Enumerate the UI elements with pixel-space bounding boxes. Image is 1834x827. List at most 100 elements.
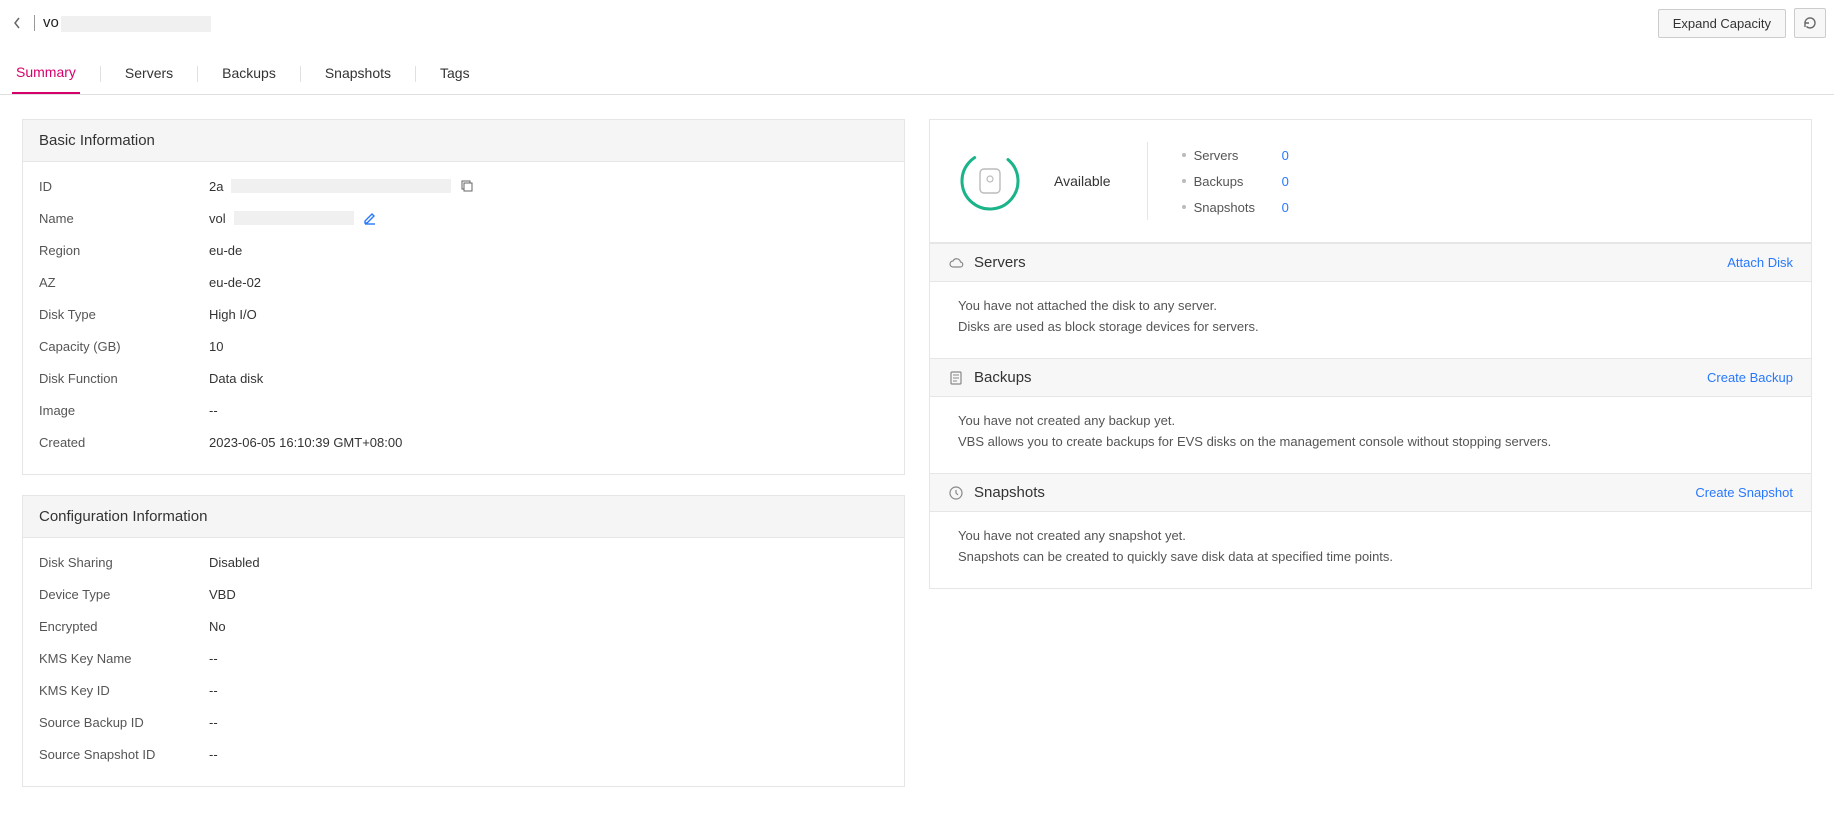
create-snapshot-link[interactable]: Create Snapshot — [1695, 485, 1793, 500]
value-name: vol — [209, 211, 226, 226]
section-servers-title: Servers — [974, 254, 1026, 271]
status-summary: Available Servers 0 Backups 0 Snapshots 0 — [930, 120, 1811, 243]
tab-backups[interactable]: Backups — [218, 55, 280, 93]
snapshots-empty-line1: You have not created any snapshot yet. — [958, 528, 1783, 543]
label-name: Name — [39, 211, 209, 226]
status-ring-icon — [958, 149, 1022, 213]
file-icon — [948, 370, 964, 386]
section-servers-header: Servers Attach Disk — [930, 243, 1811, 282]
label-kms-name: KMS Key Name — [39, 651, 209, 666]
label-capacity: Capacity (GB) — [39, 339, 209, 354]
count-backups-value[interactable]: 0 — [1282, 174, 1289, 189]
value-created: 2023-06-05 16:10:39 GMT+08:00 — [209, 435, 402, 450]
basic-info-panel: Basic Information ID 2a Name vol — [22, 119, 905, 475]
value-kms-id: -- — [209, 683, 218, 698]
back-icon[interactable] — [8, 14, 26, 32]
dot-icon — [1182, 153, 1186, 157]
basic-info-title: Basic Information — [23, 120, 904, 162]
tab-snapshots[interactable]: Snapshots — [321, 55, 395, 93]
label-encrypted: Encrypted — [39, 619, 209, 634]
value-encrypted: No — [209, 619, 226, 634]
copy-icon[interactable] — [459, 178, 475, 194]
divider — [415, 66, 416, 82]
label-region: Region — [39, 243, 209, 258]
value-sharing: Disabled — [209, 555, 260, 570]
label-src-backup: Source Backup ID — [39, 715, 209, 730]
value-region: eu-de — [209, 243, 242, 258]
divider — [34, 15, 35, 31]
label-kms-id: KMS Key ID — [39, 683, 209, 698]
right-column: Available Servers 0 Backups 0 Snapshots 0 S… — [929, 119, 1812, 589]
status-panel: Available Servers 0 Backups 0 Snapshots 0 S… — [929, 119, 1812, 589]
dot-icon — [1182, 179, 1186, 183]
status-counts: Servers 0 Backups 0 Snapshots 0 — [1147, 142, 1289, 220]
label-src-snapshot: Source Snapshot ID — [39, 747, 209, 762]
disk-icon — [979, 168, 1001, 194]
page-title-text: vo — [43, 14, 59, 31]
refresh-button[interactable] — [1794, 8, 1826, 38]
dot-icon — [1182, 205, 1186, 209]
section-servers-body: You have not attached the disk to any se… — [930, 282, 1811, 358]
tab-servers[interactable]: Servers — [121, 55, 177, 93]
tab-summary[interactable]: Summary — [12, 54, 80, 94]
clock-icon — [948, 485, 964, 501]
create-backup-link[interactable]: Create Backup — [1707, 370, 1793, 385]
status-text: Available — [1054, 173, 1111, 189]
value-image: -- — [209, 403, 218, 418]
value-disk-type: High I/O — [209, 307, 257, 322]
value-src-backup: -- — [209, 715, 218, 730]
refresh-icon — [1802, 15, 1818, 31]
config-info-panel: Configuration Information Disk SharingDi… — [22, 495, 905, 787]
count-servers-value[interactable]: 0 — [1282, 148, 1289, 163]
section-snapshots-header: Snapshots Create Snapshot — [930, 473, 1811, 512]
left-column: Basic Information ID 2a Name vol — [22, 119, 905, 787]
servers-empty-line2: Disks are used as block storage devices … — [958, 319, 1783, 334]
count-snapshots-value[interactable]: 0 — [1282, 200, 1289, 215]
value-capacity: 10 — [209, 339, 223, 354]
backups-empty-line2: VBS allows you to create backups for EVS… — [958, 434, 1783, 449]
value-src-snapshot: -- — [209, 747, 218, 762]
cloud-icon — [948, 255, 964, 271]
label-id: ID — [39, 179, 209, 194]
value-az: eu-de-02 — [209, 275, 261, 290]
label-disk-type: Disk Type — [39, 307, 209, 322]
value-disk-function: Data disk — [209, 371, 263, 386]
section-snapshots-title: Snapshots — [974, 484, 1045, 501]
tab-bar: Summary Servers Backups Snapshots Tags — [0, 54, 1834, 95]
page-title: vo — [43, 14, 211, 31]
servers-empty-line1: You have not attached the disk to any se… — [958, 298, 1783, 313]
edit-icon[interactable] — [362, 210, 378, 226]
snapshots-empty-line2: Snapshots can be created to quickly save… — [958, 549, 1783, 564]
redacted-title — [61, 16, 211, 32]
expand-capacity-button[interactable]: Expand Capacity — [1658, 9, 1786, 38]
label-image: Image — [39, 403, 209, 418]
tab-tags[interactable]: Tags — [436, 55, 474, 93]
value-device: VBD — [209, 587, 236, 602]
attach-disk-link[interactable]: Attach Disk — [1727, 255, 1793, 270]
value-id: 2a — [209, 179, 223, 194]
backups-empty-line1: You have not created any backup yet. — [958, 413, 1783, 428]
section-backups-header: Backups Create Backup — [930, 358, 1811, 397]
label-sharing: Disk Sharing — [39, 555, 209, 570]
section-backups-title: Backups — [974, 369, 1032, 386]
label-disk-function: Disk Function — [39, 371, 209, 386]
count-backups-label: Backups — [1194, 174, 1274, 189]
divider — [197, 66, 198, 82]
divider — [100, 66, 101, 82]
page-header: vo Expand Capacity — [0, 0, 1834, 42]
count-snapshots-label: Snapshots — [1194, 200, 1274, 215]
section-backups-body: You have not created any backup yet. VBS… — [930, 397, 1811, 473]
row-name: Name vol — [39, 202, 888, 234]
label-az: AZ — [39, 275, 209, 290]
redacted-name — [234, 211, 354, 225]
label-created: Created — [39, 435, 209, 450]
label-device: Device Type — [39, 587, 209, 602]
divider — [300, 66, 301, 82]
content-area: Basic Information ID 2a Name vol — [0, 95, 1834, 787]
config-info-title: Configuration Information — [23, 496, 904, 538]
row-id: ID 2a — [39, 170, 888, 202]
value-kms-name: -- — [209, 651, 218, 666]
section-snapshots-body: You have not created any snapshot yet. S… — [930, 512, 1811, 588]
redacted-id — [231, 179, 451, 193]
count-servers-label: Servers — [1194, 148, 1274, 163]
